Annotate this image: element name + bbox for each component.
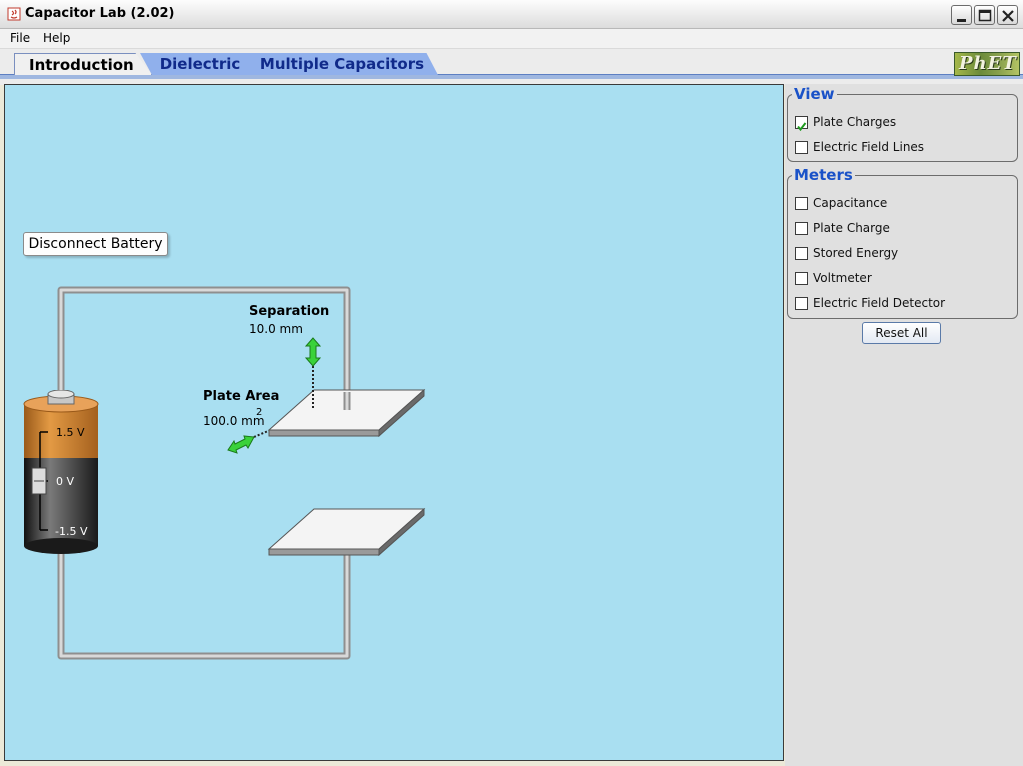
voltmeter-checkbox[interactable] xyxy=(795,272,808,285)
voltmeter-label: Voltmeter xyxy=(813,271,872,285)
electric-field-lines-label: Electric Field Lines xyxy=(813,140,925,154)
phet-logo[interactable]: PhET xyxy=(954,52,1020,76)
checkmark-icon xyxy=(797,122,807,132)
reset-all-button[interactable]: Reset All xyxy=(862,322,941,344)
capacitance-label: Capacitance xyxy=(813,196,888,210)
plate-area-drag-handle[interactable] xyxy=(227,435,255,454)
close-icon xyxy=(1002,10,1014,22)
plate-charges-checkbox[interactable] xyxy=(795,116,808,132)
electric-field-detector-checkbox[interactable] xyxy=(795,297,808,310)
separation-value: 10.0 mm xyxy=(249,322,303,336)
capacitance-checkbox[interactable] xyxy=(795,197,808,210)
minimize-button[interactable] xyxy=(951,5,972,25)
meters-panel-title: Meters xyxy=(792,166,855,184)
plate-charge-label: Plate Charge xyxy=(813,221,890,235)
control-panel: View Plate Charges Electric Field Lines … xyxy=(785,84,1023,766)
meters-panel: Meters Capacitance Plate Charge Stored E… xyxy=(787,166,1018,319)
electric-field-lines-checkbox[interactable] xyxy=(795,141,808,154)
view-panel-title: View xyxy=(792,85,837,103)
bottom-plate xyxy=(267,507,426,557)
battery-min-label: -1.5 V xyxy=(55,525,88,538)
plate-charge-checkbox[interactable] xyxy=(795,222,808,235)
electric-field-detector-label: Electric Field Detector xyxy=(813,296,946,310)
circuit-diagram xyxy=(57,286,426,660)
plate-charges-label: Plate Charges xyxy=(813,115,897,129)
application-window: Capacitor Lab (2.02) File Help Dielectri… xyxy=(0,0,1023,766)
minimize-icon xyxy=(957,19,966,22)
battery-max-label: 1.5 V xyxy=(56,426,85,439)
separation-drag-handle[interactable] xyxy=(304,337,322,367)
separation-label: Separation xyxy=(249,304,330,319)
disconnect-battery-button[interactable]: Disconnect Battery xyxy=(23,232,168,256)
phet-logo-text: PhET xyxy=(959,53,1017,74)
plate-area-unit-superscript: 2 xyxy=(256,407,263,418)
close-button[interactable] xyxy=(997,5,1018,25)
battery-voltage-slider[interactable] xyxy=(31,467,47,495)
view-panel: View Plate Charges Electric Field Lines xyxy=(787,85,1018,162)
stored-energy-label: Stored Energy xyxy=(813,246,899,260)
plate-area-label: Plate Area xyxy=(203,389,280,404)
maximize-button[interactable] xyxy=(974,5,995,25)
battery-zero-label: 0 V xyxy=(56,475,75,488)
maximize-icon xyxy=(978,9,992,22)
stored-energy-checkbox[interactable] xyxy=(795,247,808,260)
bottom-wire xyxy=(57,548,351,660)
